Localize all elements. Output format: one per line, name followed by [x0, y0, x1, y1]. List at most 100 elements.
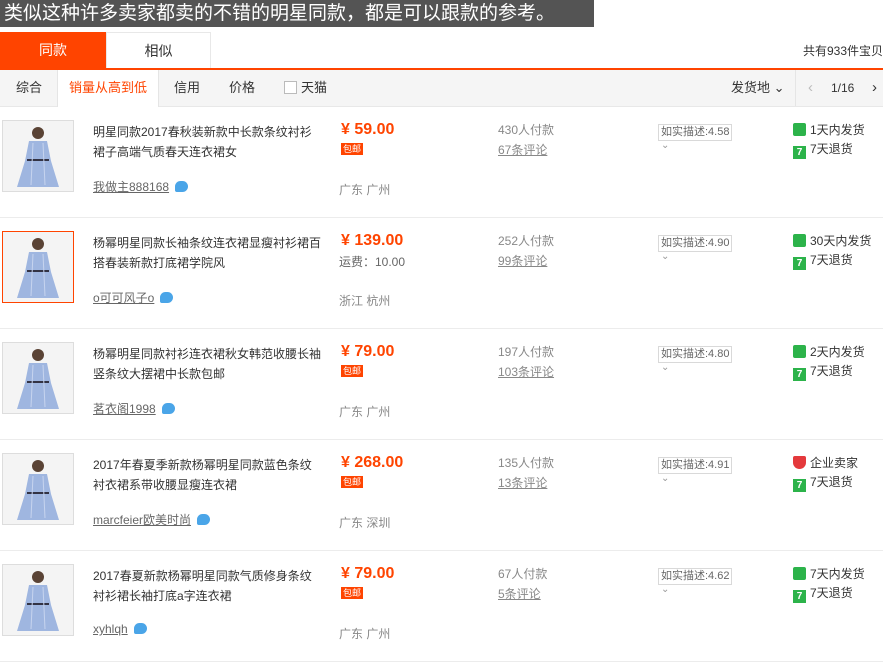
- paid-count: 430人付款: [498, 123, 555, 137]
- service-label: 2天内发货: [810, 345, 865, 359]
- seven-day-return-icon: 7: [793, 146, 806, 159]
- seller-link[interactable]: xyhlqh: [93, 622, 147, 636]
- origin-filter-dropdown[interactable]: 发货地 ⌄: [731, 70, 785, 106]
- tab-similar[interactable]: 相似: [106, 32, 211, 68]
- product-title[interactable]: 2017年春夏季新款杨幂明星同款蓝色条纹衬衣裙系带收腰显瘦连衣裙: [93, 455, 321, 495]
- description-rating: 如实描述:4.91: [658, 457, 733, 474]
- wangwang-chat-icon[interactable]: [161, 403, 175, 414]
- product-title[interactable]: 杨幂明星同款长袖条纹连衣裙显瘦衬衫裙百搭春装新款打底裙学院风: [93, 233, 321, 273]
- seller-location: 广东 广州: [339, 183, 391, 197]
- seller-name[interactable]: 我做主888168: [93, 180, 169, 194]
- description-rating: 如实描述:4.62: [658, 568, 733, 585]
- clock-icon: [793, 234, 806, 247]
- product-price: ¥ 59.00: [341, 121, 395, 138]
- service-label: 7天退货: [810, 142, 853, 156]
- product-image[interactable]: [2, 120, 74, 192]
- product-image[interactable]: [2, 231, 74, 303]
- product-price: ¥ 79.00: [341, 343, 395, 360]
- seller-link[interactable]: 茗衣阁1998: [93, 400, 175, 417]
- page-indicator: 1/16: [831, 70, 854, 106]
- free-shipping-badge: 包邮: [341, 476, 363, 488]
- product-row[interactable]: 2017春夏新款杨幂明星同款气质修身条纹衬衫裙长袖打底a字连衣裙 xyhlqh ¥ …: [0, 551, 883, 662]
- service-label: 7天退货: [810, 364, 853, 378]
- seller-location: 广东 广州: [339, 627, 391, 641]
- review-count-link[interactable]: 67条评论: [498, 141, 547, 158]
- sort-credit[interactable]: 信用: [174, 70, 200, 106]
- seller-location: 浙江 杭州: [339, 294, 391, 308]
- paid-count: 197人付款: [498, 345, 555, 359]
- chevron-down-icon[interactable]: ⌄: [661, 584, 669, 595]
- product-image[interactable]: [2, 342, 74, 414]
- pager: ‹ 1/16 ›: [795, 70, 883, 106]
- product-image[interactable]: [2, 564, 74, 636]
- sort-price[interactable]: 价格: [229, 70, 255, 106]
- product-image[interactable]: [2, 453, 74, 525]
- seller-name[interactable]: xyhlqh: [93, 622, 128, 636]
- next-page-icon[interactable]: ›: [872, 70, 877, 106]
- product-row[interactable]: 2017年春夏季新款杨幂明星同款蓝色条纹衬衣裙系带收腰显瘦连衣裙 marcfeie…: [0, 440, 883, 551]
- wangwang-chat-icon[interactable]: [133, 623, 147, 634]
- description-rating: 如实描述:4.58: [658, 124, 733, 141]
- service-return: 7 7天退货: [793, 473, 853, 492]
- service-shipping-time: 1天内发货: [793, 121, 865, 138]
- service-label: 7天退货: [810, 586, 853, 600]
- product-row[interactable]: 明星同款2017春秋装新款中长款条纹衬衫裙子高端气质春天连衣裙女我做主88816…: [0, 107, 883, 218]
- shipping-fee: 运费：10.00: [339, 255, 406, 269]
- free-shipping-badge: 包邮: [341, 143, 363, 155]
- review-count-link[interactable]: 13条评论: [498, 474, 547, 491]
- description-rating: 如实描述:4.90: [658, 235, 733, 252]
- seven-day-return-icon: 7: [793, 257, 806, 270]
- product-price: ¥ 268.00: [341, 454, 404, 471]
- tab-bar: 同款 相似: [0, 32, 883, 70]
- tmall-label: 天猫: [301, 80, 328, 95]
- free-shipping-badge: 包邮: [341, 365, 363, 377]
- wangwang-chat-icon[interactable]: [197, 514, 211, 525]
- service-shipping-time: 30天内发货: [793, 232, 871, 249]
- service-return: 7 7天退货: [793, 140, 853, 159]
- service-label: 企业卖家: [810, 456, 859, 470]
- chevron-down-icon[interactable]: ⌄: [661, 362, 669, 373]
- seller-name[interactable]: o可可风子o: [93, 291, 154, 305]
- tmall-filter[interactable]: 天猫: [284, 70, 327, 106]
- clock-icon: [793, 567, 806, 580]
- review-count-link[interactable]: 5条评论: [498, 585, 541, 602]
- review-count-link[interactable]: 103条评论: [498, 363, 554, 380]
- product-title[interactable]: 杨幂明星同款衬衫连衣裙秋女韩范收腰长袖竖条纹大摆裙中长款包邮: [93, 344, 321, 384]
- seven-day-return-icon: 7: [793, 590, 806, 603]
- review-count-link[interactable]: 99条评论: [498, 252, 547, 269]
- product-price: ¥ 79.00: [341, 565, 395, 582]
- service-return: 7 7天退货: [793, 251, 853, 270]
- seller-location: 广东 深圳: [339, 516, 391, 530]
- sort-comprehensive[interactable]: 综合: [16, 70, 42, 106]
- paid-count: 252人付款: [498, 234, 555, 248]
- product-title[interactable]: 明星同款2017春秋装新款中长款条纹衬衫裙子高端气质春天连衣裙女: [93, 122, 321, 162]
- wangwang-chat-icon[interactable]: [160, 292, 174, 303]
- sort-bar: 综合 销量从高到低 信用 价格 天猫 发货地 ⌄ ‹ 1/16 ›: [0, 70, 883, 107]
- shield-icon: [793, 456, 806, 469]
- wangwang-chat-icon[interactable]: [175, 181, 189, 192]
- seller-name[interactable]: 茗衣阁1998: [93, 402, 156, 416]
- product-row[interactable]: 杨幂明星同款长袖条纹连衣裙显瘦衬衫裙百搭春装新款打底裙学院风 o可可风子o ¥ 13…: [0, 218, 883, 329]
- service-shipping-time: 7天内发货: [793, 565, 865, 582]
- chevron-down-icon[interactable]: ⌄: [661, 473, 669, 484]
- service-shipping-time: 企业卖家: [793, 454, 858, 471]
- chevron-down-icon[interactable]: ⌄: [661, 251, 669, 262]
- page-number: 1/16: [831, 81, 855, 95]
- product-row[interactable]: 杨幂明星同款衬衫连衣裙秋女韩范收腰长袖竖条纹大摆裙中长款包邮茗衣阁1998 ¥ 7…: [0, 329, 883, 440]
- seller-link[interactable]: 我做主888168: [93, 178, 189, 195]
- service-label: 30天内发货: [810, 234, 872, 248]
- seller-name[interactable]: marcfeier欧美时尚: [93, 513, 191, 527]
- tab-same-style[interactable]: 同款: [0, 32, 106, 68]
- service-return: 7 7天退货: [793, 584, 853, 603]
- chevron-down-icon[interactable]: ⌄: [661, 140, 669, 151]
- tmall-checkbox[interactable]: [284, 81, 297, 94]
- seller-link[interactable]: o可可风子o: [93, 289, 174, 306]
- clock-icon: [793, 345, 806, 358]
- seller-location: 广东 广州: [339, 405, 391, 419]
- prev-page-icon[interactable]: ‹: [808, 70, 813, 106]
- product-title[interactable]: 2017春夏新款杨幂明星同款气质修身条纹衬衫裙长袖打底a字连衣裙: [93, 566, 321, 606]
- sort-sales-desc[interactable]: 销量从高到低: [57, 70, 159, 107]
- seven-day-return-icon: 7: [793, 368, 806, 381]
- seller-link[interactable]: marcfeier欧美时尚: [93, 511, 211, 528]
- service-shipping-time: 2天内发货: [793, 343, 865, 360]
